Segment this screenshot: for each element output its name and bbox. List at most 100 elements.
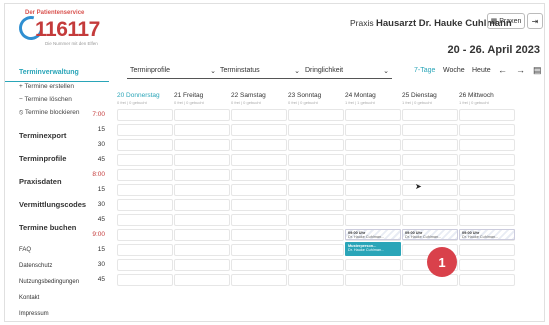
time-slot-cell[interactable] — [288, 199, 344, 211]
sidebar-item-praxisdaten[interactable]: Praxisdaten — [19, 177, 62, 186]
arrow-right-icon[interactable]: → — [516, 65, 525, 75]
time-slot-cell[interactable] — [231, 169, 287, 181]
sidebar-item-terminprofile[interactable]: Terminprofile — [19, 154, 66, 163]
time-slot-cell[interactable] — [345, 184, 401, 196]
time-slot-cell[interactable] — [117, 244, 173, 256]
time-slot-cell[interactable] — [231, 124, 287, 136]
time-slot-cell[interactable] — [288, 214, 344, 226]
time-slot-cell[interactable] — [174, 244, 230, 256]
time-slot-cell[interactable] — [345, 199, 401, 211]
time-slot-cell[interactable] — [231, 154, 287, 166]
free-appointment[interactable]: 09:00 Uhr Dr. Hauke Cuhlman... — [345, 229, 401, 240]
time-slot-cell[interactable] — [459, 154, 515, 166]
free-appointment[interactable]: 09:00 Uhr Dr. Hauke Cuhlman... — [402, 229, 458, 240]
footer-link-faq[interactable]: FAQ — [19, 247, 31, 253]
time-slot-cell[interactable] — [402, 124, 458, 136]
logo[interactable]: Der Patientenservice 116117 Die Nummer m… — [14, 10, 129, 50]
time-slot-cell[interactable] — [174, 214, 230, 226]
arrow-left-icon[interactable]: ← — [498, 65, 507, 75]
time-slot-cell[interactable] — [288, 124, 344, 136]
time-slot-cell[interactable] — [231, 274, 287, 286]
time-slot-cell[interactable] — [174, 169, 230, 181]
time-slot-cell[interactable] — [459, 139, 515, 151]
time-slot-cell[interactable] — [459, 199, 515, 211]
time-slot-cell[interactable] — [231, 214, 287, 226]
footer-link-kontakt[interactable]: Kontakt — [19, 295, 39, 301]
time-slot-cell[interactable] — [117, 139, 173, 151]
sidebar-item-terminverwaltung[interactable]: Terminverwaltung — [19, 69, 79, 76]
time-slot-cell[interactable] — [117, 154, 173, 166]
sidebar-item-termine-buchen[interactable]: Termine buchen — [19, 223, 76, 232]
time-slot-cell[interactable] — [174, 124, 230, 136]
view-7-tage[interactable]: 7-Tage — [414, 67, 435, 74]
time-slot-cell[interactable] — [402, 274, 458, 286]
time-slot-cell[interactable] — [402, 199, 458, 211]
time-slot-cell[interactable] — [402, 109, 458, 121]
time-slot-cell[interactable] — [231, 259, 287, 271]
time-slot-cell[interactable] — [345, 109, 401, 121]
time-slot-cell[interactable] — [345, 124, 401, 136]
time-slot-cell[interactable] — [288, 259, 344, 271]
time-slot-cell[interactable] — [231, 199, 287, 211]
time-slot-cell[interactable] — [117, 169, 173, 181]
time-slot-cell[interactable] — [402, 139, 458, 151]
time-slot-cell[interactable] — [231, 184, 287, 196]
time-slot-cell[interactable] — [288, 229, 344, 241]
time-slot-cell[interactable] — [459, 124, 515, 136]
time-slot-cell[interactable] — [174, 229, 230, 241]
time-slot-cell[interactable] — [288, 139, 344, 151]
time-slot-cell[interactable] — [345, 259, 401, 271]
time-slot-cell[interactable] — [174, 199, 230, 211]
time-slot-cell[interactable] — [231, 109, 287, 121]
time-slot-cell[interactable] — [174, 184, 230, 196]
sidebar-item-vermittlungscodes[interactable]: Vermittlungscodes — [19, 200, 86, 209]
time-slot-cell[interactable] — [231, 244, 287, 256]
time-slot-cell[interactable] — [345, 169, 401, 181]
time-slot-cell[interactable] — [288, 274, 344, 286]
time-slot-cell[interactable] — [459, 109, 515, 121]
time-slot-cell[interactable] — [402, 154, 458, 166]
time-slot-cell[interactable] — [117, 124, 173, 136]
booked-appointment[interactable]: Musterperson... Dr. Hauke Cuhlman... — [345, 242, 401, 256]
time-slot-cell[interactable] — [174, 139, 230, 151]
sidebar-item-termine-loeschen[interactable]: − Termine löschen — [19, 96, 72, 103]
filter-terminprofile[interactable]: Terminprofile ⌄ — [127, 63, 219, 79]
time-slot-cell[interactable] — [459, 259, 515, 271]
time-slot-cell[interactable] — [231, 139, 287, 151]
footer-link-nutzungsbedingungen[interactable]: Nutzungsbedingungen — [19, 279, 79, 285]
time-slot-cell[interactable] — [345, 154, 401, 166]
sidebar-item-termine-blockieren[interactable]: ⦸ Termine blockieren — [19, 109, 79, 117]
time-slot-cell[interactable] — [459, 244, 515, 256]
time-slot-cell[interactable] — [288, 244, 344, 256]
view-woche[interactable]: Woche — [443, 67, 465, 74]
time-slot-cell[interactable] — [402, 169, 458, 181]
time-slot-cell[interactable] — [288, 184, 344, 196]
free-appointment[interactable]: 09:00 Uhr Dr. Hauke Cuhlman... — [459, 229, 515, 240]
time-slot-cell[interactable] — [288, 154, 344, 166]
time-slot-cell[interactable] — [117, 214, 173, 226]
time-slot-cell[interactable] — [459, 169, 515, 181]
time-slot-cell[interactable] — [174, 109, 230, 121]
time-slot-cell[interactable] — [117, 229, 173, 241]
footer-link-impressum[interactable]: Impressum — [19, 311, 49, 317]
time-slot-cell[interactable] — [117, 109, 173, 121]
time-slot-cell[interactable] — [345, 214, 401, 226]
time-slot-cell[interactable] — [117, 184, 173, 196]
time-slot-cell[interactable] — [459, 214, 515, 226]
time-slot-cell[interactable] — [402, 214, 458, 226]
time-slot-cell[interactable] — [459, 184, 515, 196]
time-slot-cell[interactable] — [288, 169, 344, 181]
time-slot-cell[interactable] — [174, 259, 230, 271]
time-slot-cell[interactable] — [231, 229, 287, 241]
praxen-button[interactable]: ▦ Praxen — [487, 13, 525, 29]
logout-button[interactable]: ⇥ — [527, 13, 543, 29]
filter-dringlichkeit[interactable]: Dringlichkeit ⌄ — [302, 63, 392, 79]
sidebar-item-termine-erstellen[interactable]: + Termine erstellen — [19, 83, 74, 90]
time-slot-cell[interactable] — [117, 274, 173, 286]
time-slot-cell[interactable] — [345, 274, 401, 286]
time-slot-cell[interactable] — [117, 259, 173, 271]
sidebar-item-terminexport[interactable]: Terminexport — [19, 131, 66, 140]
footer-link-datenschutz[interactable]: Datenschutz — [19, 263, 52, 269]
time-slot-cell[interactable] — [117, 199, 173, 211]
time-slot-cell[interactable] — [174, 154, 230, 166]
